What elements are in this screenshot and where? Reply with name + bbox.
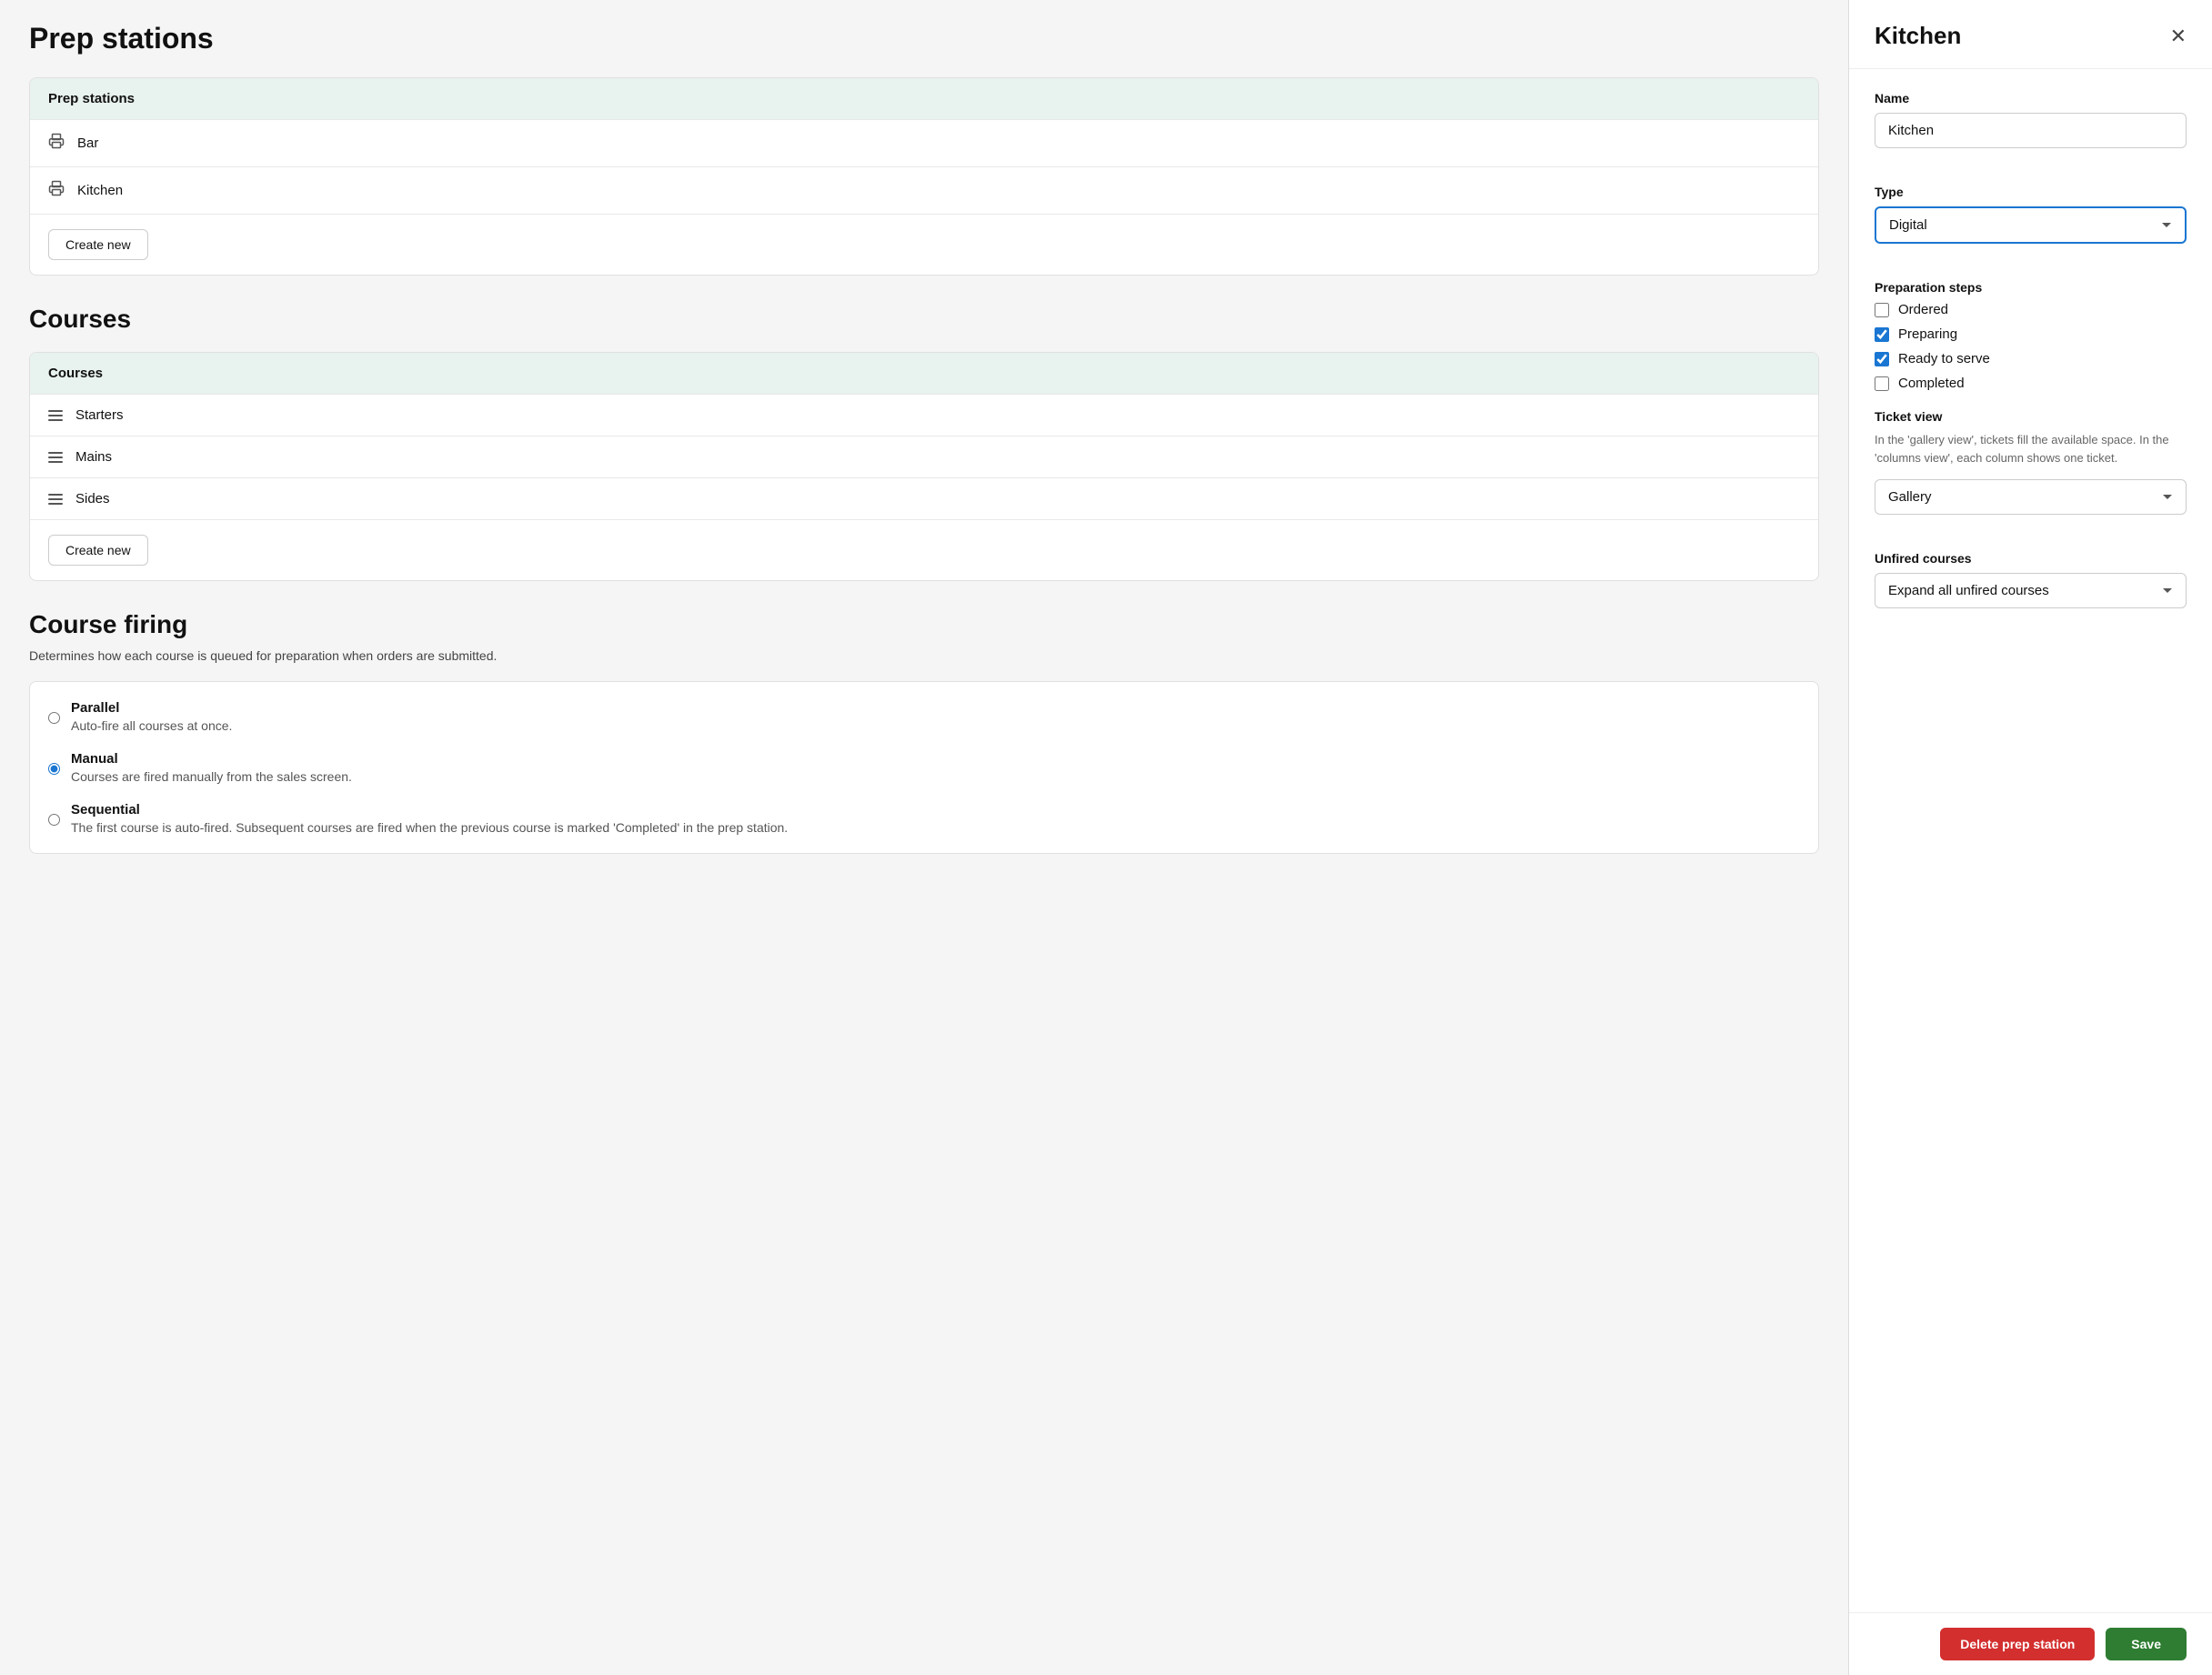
step-ordered-checkbox[interactable] <box>1875 303 1889 317</box>
firing-sequential-desc: The first course is auto-fired. Subseque… <box>71 820 788 835</box>
prep-stations-create-new-button[interactable]: Create new <box>48 229 148 260</box>
courses-card: Courses Starters Mains Sides <box>29 352 1819 581</box>
firing-option-manual: Manual Courses are fired manually from t… <box>48 751 1800 784</box>
drag-handle-icon <box>48 452 63 463</box>
firing-parallel-label: Parallel <box>71 700 232 716</box>
unfired-courses-select[interactable]: Expand all unfired courses Collapse all … <box>1875 573 2187 608</box>
firing-option-sequential: Sequential The first course is auto-fire… <box>48 802 1800 835</box>
step-completed-checkbox[interactable] <box>1875 376 1889 391</box>
unfired-courses-group: Unfired courses Expand all unfired cours… <box>1875 551 2187 627</box>
step-ordered[interactable]: Ordered <box>1875 302 2187 317</box>
page-title: Prep stations <box>29 22 1819 55</box>
ticket-view-group: Ticket view In the 'gallery view', ticke… <box>1875 409 2187 533</box>
step-ordered-label: Ordered <box>1898 302 1948 317</box>
table-row[interactable]: Sides <box>30 477 1818 519</box>
step-ready-to-serve-checkbox[interactable] <box>1875 352 1889 366</box>
name-input[interactable] <box>1875 113 2187 148</box>
drag-handle-icon <box>48 410 63 421</box>
ticket-view-label: Ticket view <box>1875 409 2187 424</box>
table-row[interactable]: Bar <box>30 119 1818 166</box>
preparation-steps-group: Preparation steps Ordered Preparing Read… <box>1875 280 2187 391</box>
course-firing-card: Parallel Auto-fire all courses at once. … <box>29 681 1819 854</box>
firing-parallel-desc: Auto-fire all courses at once. <box>71 718 232 733</box>
printer-icon <box>48 180 65 201</box>
courses-create-new-button[interactable]: Create new <box>48 535 148 566</box>
delete-prep-station-button[interactable]: Delete prep station <box>1940 1628 2095 1660</box>
type-select[interactable]: Digital Printed Both <box>1875 206 2187 244</box>
ticket-view-description: In the 'gallery view', tickets fill the … <box>1875 431 2187 466</box>
table-row[interactable]: Kitchen <box>30 166 1818 214</box>
course-mains-label: Mains <box>75 449 112 465</box>
name-label: Name <box>1875 91 2187 105</box>
prep-stations-header: Prep stations <box>30 78 1818 119</box>
courses-section-title: Courses <box>29 305 1819 334</box>
type-label: Type <box>1875 185 2187 199</box>
step-preparing[interactable]: Preparing <box>1875 326 2187 342</box>
prep-station-kitchen-label: Kitchen <box>77 183 123 198</box>
firing-radio-manual[interactable] <box>48 754 60 784</box>
prep-stations-card: Prep stations Bar Kitchen C <box>29 77 1819 276</box>
type-field-group: Type Digital Printed Both <box>1875 185 2187 262</box>
firing-manual-desc: Courses are fired manually from the sale… <box>71 769 352 784</box>
firing-radio-parallel[interactable] <box>48 703 60 733</box>
step-preparing-label: Preparing <box>1898 326 1957 342</box>
firing-option-parallel: Parallel Auto-fire all courses at once. <box>48 700 1800 733</box>
firing-manual-label: Manual <box>71 751 352 767</box>
courses-create-area: Create new <box>30 519 1818 580</box>
courses-header: Courses <box>30 353 1818 394</box>
printer-icon <box>48 133 65 154</box>
table-row[interactable]: Mains <box>30 436 1818 477</box>
right-panel: Kitchen ✕ Name Type Digital Printed Both… <box>1848 0 2212 1675</box>
step-completed[interactable]: Completed <box>1875 376 2187 391</box>
preparation-steps-label: Preparation steps <box>1875 280 2187 295</box>
unfired-courses-label: Unfired courses <box>1875 551 2187 566</box>
course-starters-label: Starters <box>75 407 124 423</box>
panel-header: Kitchen ✕ <box>1849 0 2212 69</box>
panel-title: Kitchen <box>1875 22 1961 50</box>
preparation-steps-list: Ordered Preparing Ready to serve Complet… <box>1875 302 2187 391</box>
firing-radio-sequential[interactable] <box>48 805 60 835</box>
course-firing-description: Determines how each course is queued for… <box>29 648 1819 663</box>
step-preparing-checkbox[interactable] <box>1875 327 1889 342</box>
firing-sequential-label: Sequential <box>71 802 788 817</box>
ticket-view-select[interactable]: Gallery Columns <box>1875 479 2187 515</box>
course-sides-label: Sides <box>75 491 110 507</box>
prep-stations-create-area: Create new <box>30 214 1818 275</box>
panel-footer: Delete prep station Save <box>1849 1612 2212 1675</box>
panel-body: Name Type Digital Printed Both Preparati… <box>1849 69 2212 1612</box>
step-completed-label: Completed <box>1898 376 1965 391</box>
prep-station-bar-label: Bar <box>77 135 98 151</box>
course-firing-title: Course firing <box>29 610 1819 639</box>
name-field-group: Name <box>1875 91 2187 166</box>
step-ready-to-serve-label: Ready to serve <box>1898 351 1990 366</box>
left-panel: Prep stations Prep stations Bar <box>0 0 1848 1675</box>
table-row[interactable]: Starters <box>30 394 1818 436</box>
close-button[interactable]: ✕ <box>2170 26 2187 46</box>
step-ready-to-serve[interactable]: Ready to serve <box>1875 351 2187 366</box>
save-button[interactable]: Save <box>2106 1628 2187 1660</box>
drag-handle-icon <box>48 494 63 505</box>
